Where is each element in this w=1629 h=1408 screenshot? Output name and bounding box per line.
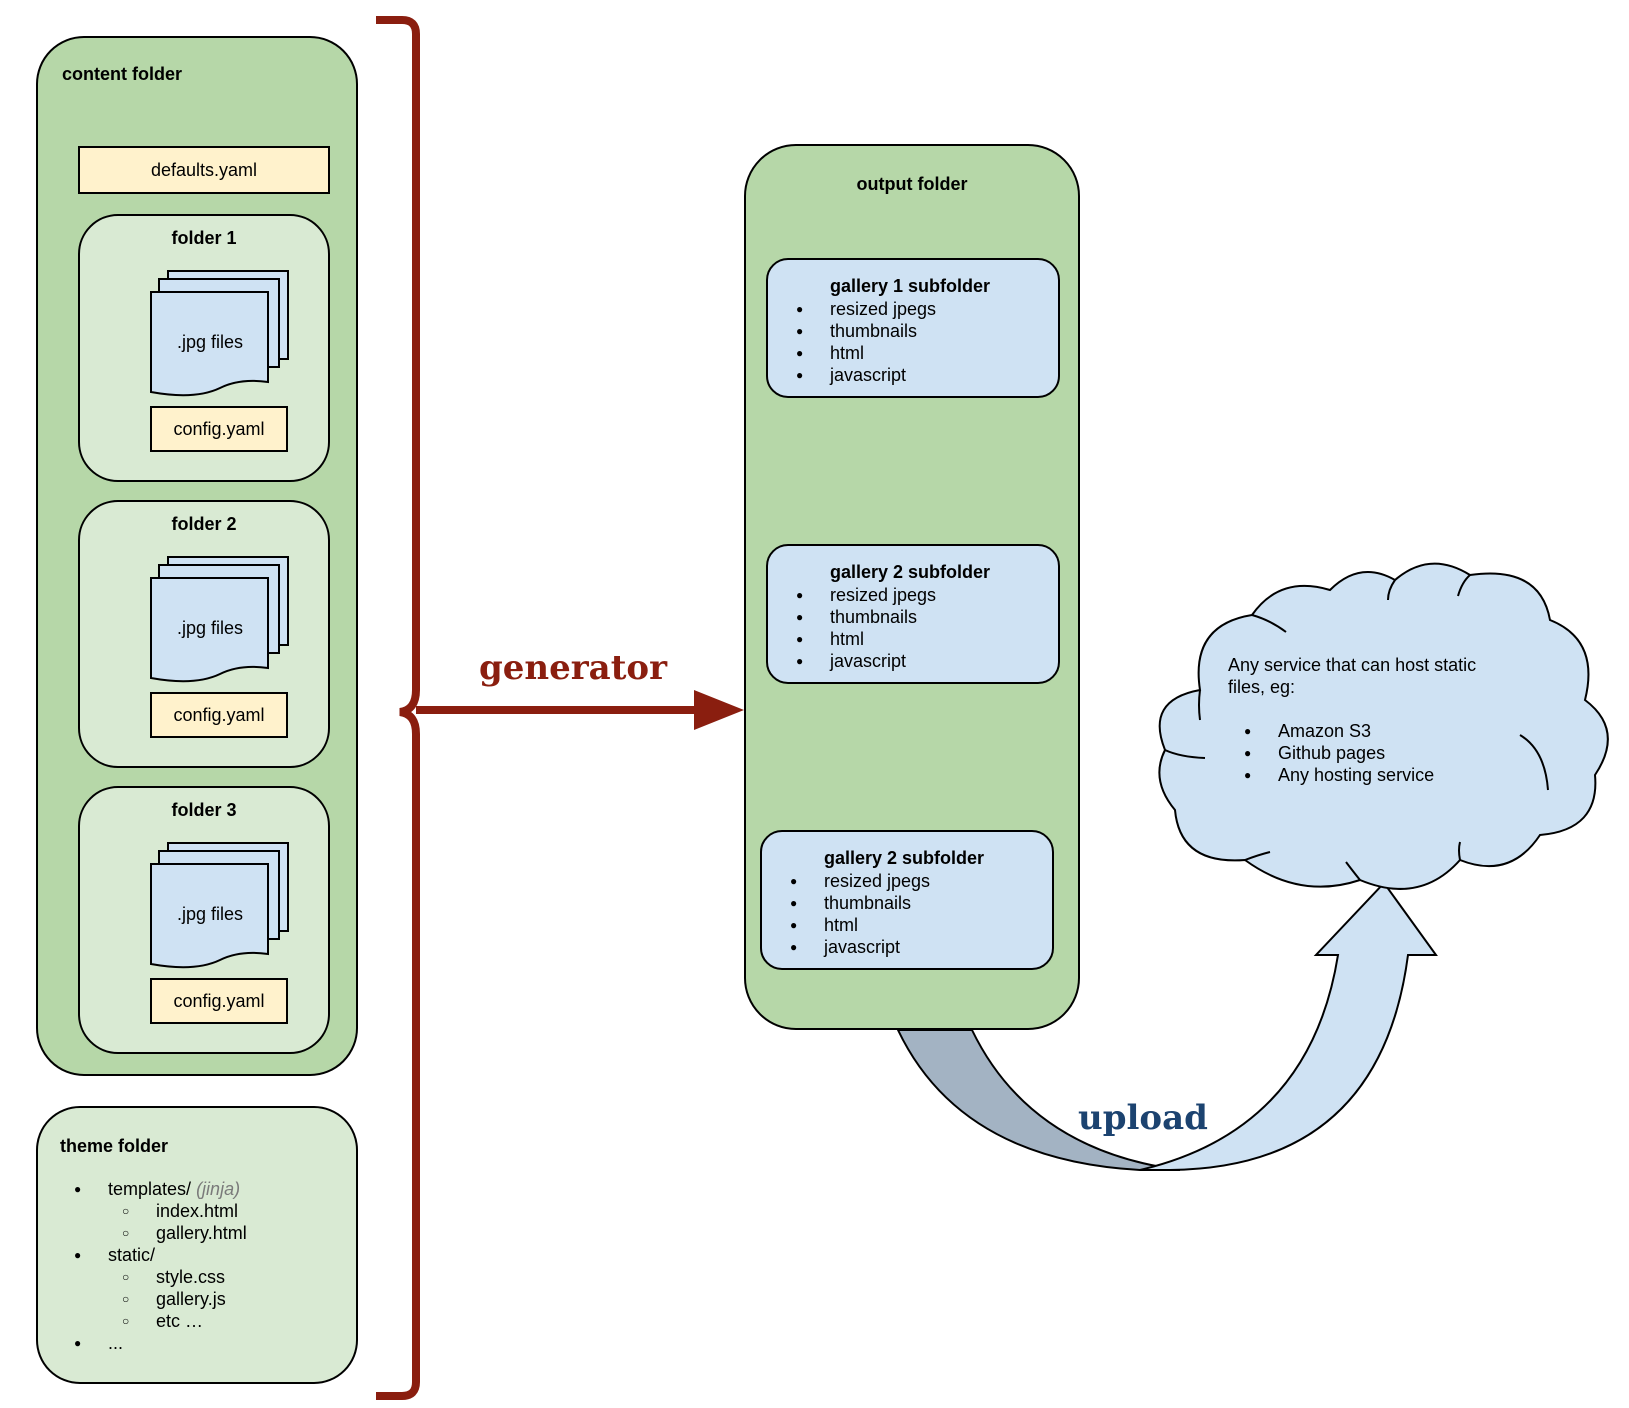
subfolder-list: resized jpegs thumbnails html javascript [796,298,936,386]
jpg-files-stack: .jpg files [150,556,290,686]
list-item: ... [74,1332,247,1354]
upload-label: upload [1078,1098,1208,1138]
output-folder: output folder gallery 1 subfolder resize… [744,144,1080,1030]
list-item: html [796,342,936,364]
subfolder-list: resized jpegs thumbnails html javascript [796,584,936,672]
subfolder-title: gallery 1 subfolder [830,276,991,296]
subfolder-list: resized jpegs thumbnails html javascript [790,870,930,958]
list-item: Github pages [1244,742,1434,764]
theme-folder-title: theme folder [60,1136,169,1156]
config-yaml-file: config.yaml [150,406,288,452]
generator-label: generator [479,648,667,688]
gallery-subfolder: gallery 2 subfolder resized jpegs thumbn… [766,544,1060,684]
list-item: html [796,628,936,650]
list-item: resized jpegs [796,298,936,320]
bracket [376,16,420,1400]
folder-2: folder 2 .jpg files config.yaml [78,500,330,768]
list-item: static/ [74,1244,247,1266]
list-item: gallery.js [74,1288,247,1310]
cloud-description: Any service that can host static files, … [1228,655,1477,697]
config-yaml-file: config.yaml [150,692,288,738]
list-item: gallery.html [74,1222,247,1244]
subfolder-title: gallery 2 subfolder [824,848,985,868]
jpg-files-label: .jpg files [176,904,244,924]
list-item: thumbnails [790,892,930,914]
content-folder-title: content folder [62,64,182,84]
list-item: javascript [796,650,936,672]
list-item: javascript [790,936,930,958]
generator-arrow-head [694,690,744,730]
list-item: thumbnails [796,606,936,628]
defaults-yaml-file: defaults.yaml [78,146,330,194]
folder-title: folder 1 [171,228,237,248]
jpg-files-label: .jpg files [176,332,244,352]
folder-1: folder 1 .jpg files config.yaml [78,214,330,482]
config-yaml-file: config.yaml [150,978,288,1024]
folder-3: folder 3 .jpg files config.yaml [78,786,330,1054]
theme-folder: theme folder templates/ (jinja) index.ht… [36,1106,358,1384]
gallery-subfolder: gallery 1 subfolder resized jpegs thumbn… [766,258,1060,398]
jpg-files-stack: .jpg files [150,842,290,972]
list-item: style.css [74,1266,247,1288]
list-item: index.html [74,1200,247,1222]
list-item: thumbnails [796,320,936,342]
list-item: resized jpegs [790,870,930,892]
content-folder: content folder defaults.yaml folder 1 .j… [36,36,358,1076]
list-item: resized jpegs [796,584,936,606]
subfolder-title: gallery 2 subfolder [830,562,991,582]
list-item: templates/ (jinja) [74,1178,247,1200]
folder-title: folder 3 [171,800,237,820]
gallery-subfolder: gallery 2 subfolder resized jpegs thumbn… [760,830,1054,970]
list-item: Amazon S3 [1244,720,1434,742]
output-folder-title: output folder [856,174,968,194]
folder-title: folder 2 [171,514,237,534]
list-item: etc … [74,1310,247,1332]
cloud-service-list: Amazon S3 Github pages Any hosting servi… [1244,720,1434,786]
theme-folder-list: templates/ (jinja) index.html gallery.ht… [74,1178,247,1354]
jpg-files-label: .jpg files [176,618,244,638]
list-item: Any hosting service [1244,764,1434,786]
list-item: javascript [796,364,936,386]
jpg-files-stack: .jpg files [150,270,290,400]
list-item: html [790,914,930,936]
